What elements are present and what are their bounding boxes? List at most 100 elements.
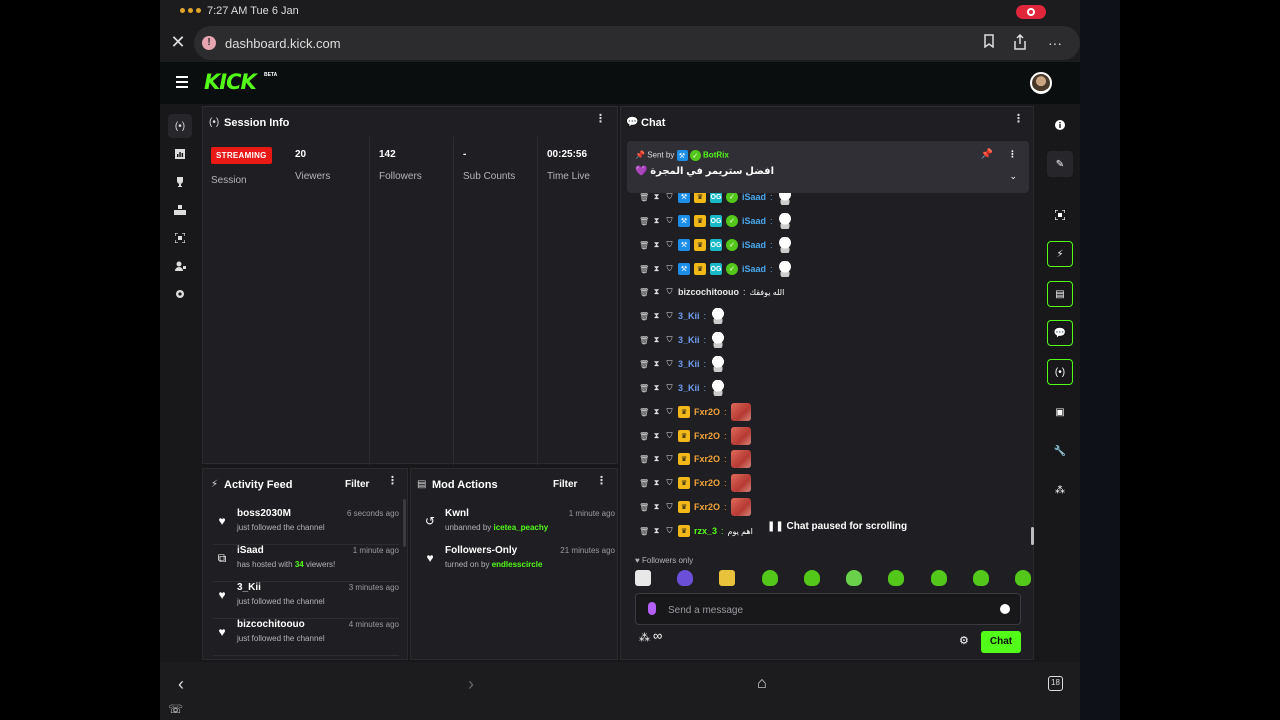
screen-capture-icon[interactable] [168, 226, 192, 250]
chat-message[interactable]: 🗑 ⧗ ⛉ ⚒ ♛ OG ✓ iSaad: [639, 235, 793, 255]
kick-points-icon[interactable]: ⁂ [639, 631, 650, 644]
mod-username[interactable]: icetea_peachy [494, 523, 549, 532]
chat-username[interactable]: 3_Kii [678, 335, 700, 345]
notes-icon[interactable]: ▤ [1047, 281, 1073, 307]
timeout-icon[interactable]: ⧗ [652, 335, 661, 345]
chat-username[interactable]: bizcochitoouo [678, 287, 739, 297]
activity-username[interactable]: iSaad [237, 545, 264, 556]
delete-icon[interactable]: 🗑 [639, 312, 649, 321]
delete-icon[interactable]: 🗑 [639, 408, 649, 417]
chat-username[interactable]: Fxr2O [694, 478, 720, 488]
delete-icon[interactable]: 🗑 [639, 193, 649, 202]
chat-message[interactable]: 🗑 ⧗ ⛉ ♛ Fxr2O: [639, 449, 751, 469]
mod-filter-button[interactable]: Filter [553, 479, 577, 490]
timeout-icon[interactable]: ⧗ [652, 264, 661, 274]
emoji-picker-icon[interactable] [1000, 604, 1010, 614]
send-chat-button[interactable]: Chat [981, 631, 1021, 653]
chat-menu-icon[interactable]: ⋮ [1013, 114, 1024, 125]
ban-icon[interactable]: ⛉ [665, 359, 674, 369]
info-icon[interactable] [1047, 112, 1073, 138]
delete-icon[interactable]: 🗑 [639, 432, 649, 441]
chat-message[interactable]: 🗑 ⧗ ⛉ 3_Kii: [639, 378, 727, 398]
ban-icon[interactable]: ⛉ [665, 287, 674, 297]
quick-actions-icon[interactable]: ⚡ [1047, 241, 1073, 267]
user-avatar[interactable] [1030, 72, 1052, 94]
chat-username[interactable]: 3_Kii [678, 311, 700, 321]
quick-emote[interactable] [635, 570, 651, 586]
quick-emote[interactable] [888, 570, 905, 586]
chat-username[interactable]: Fxr2O [694, 431, 720, 441]
settings-icon[interactable] [168, 282, 192, 306]
chat-username[interactable]: 3_Kii [678, 359, 700, 369]
activity-filter-button[interactable]: Filter [345, 479, 369, 490]
timeout-icon[interactable]: ⧗ [652, 478, 661, 488]
users-icon[interactable] [168, 254, 192, 278]
mod-username[interactable]: endlesscircle [492, 560, 543, 569]
quick-emote[interactable] [846, 570, 863, 586]
quick-emote[interactable] [677, 570, 694, 586]
ban-icon[interactable]: ⛉ [665, 192, 674, 202]
activity-menu-icon[interactable]: ⋮ [387, 476, 398, 487]
chat-scrollbar[interactable] [1031, 527, 1034, 545]
ban-icon[interactable]: ⛉ [665, 478, 674, 488]
chat-message-input[interactable] [668, 600, 968, 620]
chat-input-box[interactable] [635, 593, 1021, 625]
tools-icon[interactable]: 🔧 [1047, 438, 1073, 464]
timeout-icon[interactable]: ⧗ [652, 407, 661, 417]
ban-icon[interactable]: ⛉ [665, 311, 674, 321]
url-bar[interactable]: ! dashboard.kick.com ··· [194, 26, 1080, 60]
activity-username[interactable]: 3_Kii [237, 582, 261, 593]
timeout-icon[interactable]: ⧗ [652, 287, 661, 297]
site-info-icon[interactable]: ! [202, 36, 216, 50]
chat-message[interactable]: 🗑 ⧗ ⛉ 3_Kii: [639, 330, 727, 350]
ban-icon[interactable]: ⛉ [665, 502, 674, 512]
bookmark-icon[interactable] [980, 34, 998, 52]
delete-icon[interactable]: 🗑 [639, 527, 649, 536]
timeout-icon[interactable]: ⧗ [652, 431, 661, 441]
delete-icon[interactable]: 🗑 [639, 479, 649, 488]
tabs-button[interactable]: 18 [1048, 676, 1063, 691]
quick-emote[interactable] [1014, 570, 1031, 586]
timeout-icon[interactable]: ⧗ [652, 502, 661, 512]
chat-username[interactable]: rzx_3 [694, 526, 717, 536]
chat-message[interactable]: 🗑 ⧗ ⛉ 3_Kii: [639, 354, 727, 374]
delete-icon[interactable]: 🗑 [639, 384, 649, 393]
delete-icon[interactable]: 🗑 [639, 288, 649, 297]
ban-icon[interactable]: ⛉ [665, 383, 674, 393]
chat-message[interactable]: 🗑 ⧗ ⛉ ♛ Fxr2O: [639, 426, 751, 446]
kick-logo[interactable]: KICK [204, 70, 257, 94]
ban-icon[interactable]: ⛉ [665, 431, 674, 441]
ban-icon[interactable]: ⛉ [665, 216, 674, 226]
screen-record-indicator[interactable] [1016, 5, 1046, 19]
chat-username[interactable]: iSaad [742, 216, 766, 226]
broadcast-icon[interactable]: (•) [168, 114, 192, 138]
focus-capture-icon[interactable] [1047, 202, 1073, 228]
trophy-icon[interactable] [168, 170, 192, 194]
session-menu-icon[interactable]: ⋮ [595, 114, 606, 125]
timeout-icon[interactable]: ⧗ [652, 359, 661, 369]
ban-icon[interactable]: ⛉ [665, 264, 674, 274]
chat-toggle-icon[interactable]: 💬 [1047, 320, 1073, 346]
timeout-icon[interactable]: ⧗ [652, 383, 661, 393]
delete-icon[interactable]: 🗑 [639, 217, 649, 226]
stream-toggle-icon[interactable]: (•) [1047, 359, 1073, 385]
delete-icon[interactable]: 🗑 [639, 241, 649, 250]
delete-icon[interactable]: 🗑 [639, 360, 649, 369]
pinned-menu-icon[interactable]: ⋮ [1008, 149, 1017, 160]
delete-icon[interactable]: 🗑 [639, 265, 649, 274]
timeout-icon[interactable]: ⧗ [652, 454, 661, 464]
chat-username[interactable]: iSaad [742, 192, 766, 202]
chat-message[interactable]: 🗑 ⧗ ⛉ ⚒ ♛ OG ✓ iSaad: [639, 259, 793, 279]
chat-message[interactable]: 🗑 ⧗ ⛉ ♛ rzx_3: اهم يوم [639, 521, 753, 541]
chevron-down-icon[interactable]: ⌄ [1009, 171, 1017, 182]
stream-layout-icon[interactable]: ▣ [1047, 399, 1073, 425]
chat-username[interactable]: 3_Kii [678, 383, 700, 393]
chat-username[interactable]: iSaad [742, 264, 766, 274]
chat-settings-icon[interactable]: ⚙ [959, 634, 969, 647]
chat-username[interactable]: Fxr2O [694, 407, 720, 417]
quick-emote[interactable] [803, 570, 820, 586]
chat-message[interactable]: 🗑 ⧗ ⛉ ♛ Fxr2O: [639, 473, 751, 493]
chat-paused-banner[interactable]: ❚❚ Chat paused for scrolling [767, 521, 907, 532]
chat-message[interactable]: 🗑 ⧗ ⛉ 3_Kii: [639, 306, 727, 326]
more-icon[interactable]: ··· [1046, 34, 1064, 52]
